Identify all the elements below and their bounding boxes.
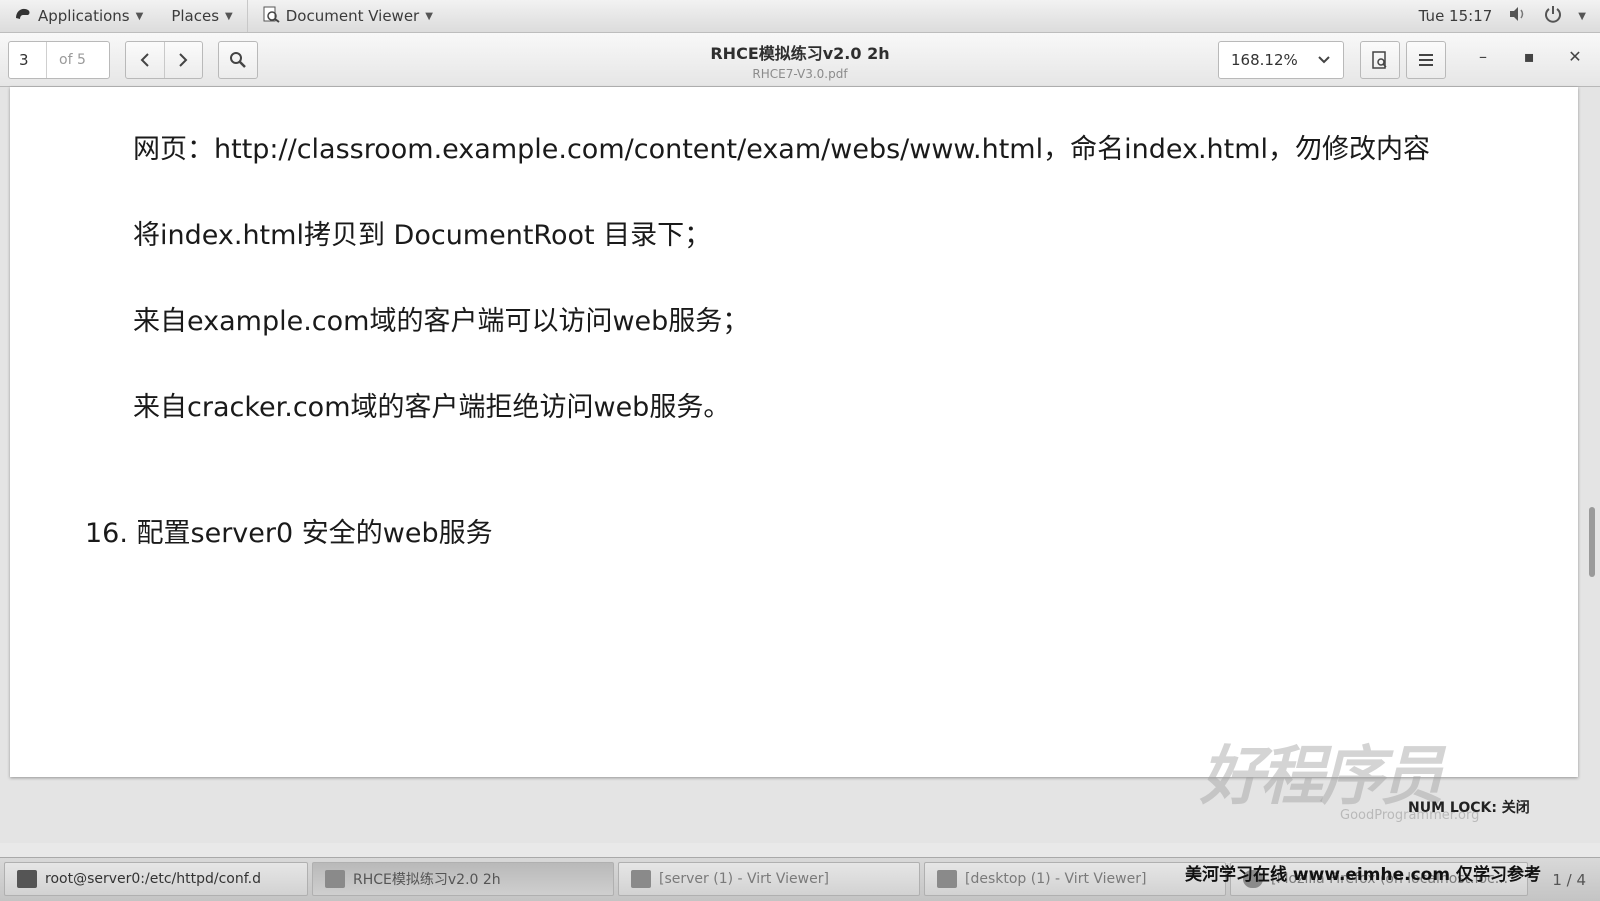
- chevron-down-icon: ▼: [135, 10, 144, 22]
- next-page-button[interactable]: [163, 42, 203, 78]
- document-viewer-icon: [262, 5, 280, 27]
- document-line-deny: 来自cracker.com域的客户端拒绝访问web服务。: [133, 392, 731, 423]
- annotations-button[interactable]: [1360, 41, 1400, 79]
- site-banner: 美河学习在线 www.eimhe.com 仅学习参考: [1185, 865, 1541, 885]
- maximize-button[interactable]: ▪: [1516, 47, 1542, 66]
- search-icon: [230, 52, 246, 68]
- document-line-allow: 来自example.com域的客户端可以访问web服务；: [133, 306, 750, 337]
- document-line-copy: 将index.html拷贝到 DocumentRoot 目录下；: [133, 220, 712, 251]
- document-filename: RHCE7-V3.0.pdf: [752, 67, 848, 81]
- places-label: Places: [171, 7, 220, 25]
- annotate-document-icon: [1372, 51, 1387, 69]
- top-bar: Applications ▼ Places ▼ Document Viewer …: [0, 0, 1600, 33]
- terminal-icon: [17, 870, 37, 888]
- close-button[interactable]: ✕: [1562, 47, 1588, 66]
- document-line-url: 网页：http://classroom.example.com/content/…: [133, 134, 1431, 165]
- task-terminal[interactable]: root@server0:/etc/httpd/conf.d: [4, 862, 308, 896]
- close-icon: ✕: [1568, 47, 1582, 66]
- chevron-left-icon: [140, 53, 149, 67]
- power-icon[interactable]: [1544, 5, 1562, 27]
- fedora-icon: [14, 6, 32, 26]
- page-number-input[interactable]: 3: [9, 42, 47, 78]
- volume-icon[interactable]: [1508, 6, 1528, 26]
- numlock-indicator: NUM LOCK: 关闭: [1408, 800, 1530, 816]
- menu-button[interactable]: [1406, 41, 1446, 79]
- page-count-label: of 5: [59, 52, 86, 68]
- zoom-level: 168.12%: [1231, 51, 1298, 69]
- workspace-pager[interactable]: 1 / 4: [1552, 858, 1600, 901]
- pdf-page: 网页：http://classroom.example.com/content/…: [10, 87, 1578, 777]
- vertical-scrollbar[interactable]: [1589, 507, 1595, 577]
- chevron-down-icon: ▼: [225, 10, 233, 22]
- minimize-icon: –: [1479, 47, 1487, 66]
- document-viewer-header: 3 of 5 RHCE模拟练习v2.0 2h RHCE7-V3.0.pdf 16…: [0, 33, 1600, 87]
- applications-label: Applications: [38, 7, 130, 25]
- task-label: [desktop (1) - Virt Viewer]: [965, 871, 1147, 887]
- task-virt-viewer-desktop[interactable]: [desktop (1) - Virt Viewer]: [924, 862, 1226, 896]
- page-navigation: [125, 41, 203, 79]
- monitor-icon: [631, 870, 651, 888]
- section-heading-16: 16. 配置server0 安全的web服务: [85, 518, 493, 549]
- find-button[interactable]: [218, 41, 258, 79]
- maximize-icon: ▪: [1523, 47, 1535, 66]
- window-title: RHCE模拟练习v2.0 2h RHCE7-V3.0.pdf: [600, 40, 1000, 81]
- chevron-down-icon[interactable]: ▼: [1578, 11, 1586, 22]
- page-selector[interactable]: 3 of 5: [8, 41, 110, 79]
- task-virt-viewer-server[interactable]: [server (1) - Virt Viewer]: [618, 862, 920, 896]
- chevron-right-icon: [179, 53, 188, 67]
- applications-menu[interactable]: Applications ▼: [0, 0, 157, 32]
- document-viewer-icon: [325, 870, 345, 888]
- clock[interactable]: Tue 15:17: [1419, 7, 1493, 25]
- task-label: root@server0:/etc/httpd/conf.d: [45, 871, 261, 887]
- task-document-viewer[interactable]: RHCE模拟练习v2.0 2h: [312, 862, 614, 896]
- places-menu[interactable]: Places ▼: [157, 0, 246, 32]
- document-title: RHCE模拟练习v2.0 2h: [710, 44, 890, 63]
- monitor-icon: [937, 870, 957, 888]
- hamburger-menu-icon: [1419, 54, 1433, 66]
- previous-page-button[interactable]: [126, 42, 164, 78]
- chevron-down-icon: [1318, 56, 1330, 64]
- minimize-button[interactable]: –: [1470, 47, 1496, 66]
- app-menu-document-viewer[interactable]: Document Viewer ▼: [246, 0, 447, 32]
- task-label: [server (1) - Virt Viewer]: [659, 871, 829, 887]
- zoom-selector[interactable]: 168.12%: [1218, 41, 1344, 79]
- chevron-down-icon: ▼: [425, 10, 433, 22]
- task-label: RHCE模拟练习v2.0 2h: [353, 872, 501, 888]
- app-name-label: Document Viewer: [285, 7, 420, 25]
